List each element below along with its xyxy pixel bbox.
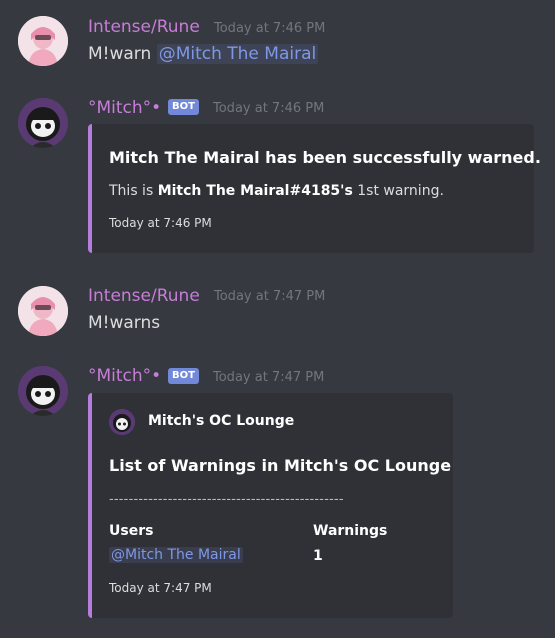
message-text: M!warns <box>88 313 161 333</box>
warn-embed: Mitch The Mairal has been successfully w… <box>88 124 541 253</box>
timestamp: Today at 7:47 PM <box>213 370 325 385</box>
timestamp: Today at 7:46 PM <box>214 21 326 36</box>
server-icon <box>109 409 135 435</box>
embed-desc-prefix: This is <box>109 183 154 199</box>
timestamp: Today at 7:46 PM <box>213 101 325 116</box>
message-text: M!warn <box>88 44 152 64</box>
bot-avatar[interactable] <box>18 366 68 416</box>
user-mention[interactable]: @Mitch The Mairal <box>156 44 319 64</box>
bot-avatar[interactable] <box>18 98 68 148</box>
embed-footer: Today at 7:47 PM <box>109 581 212 595</box>
embed-description: This is Mitch The Mairal#4185's 1st warn… <box>109 183 444 199</box>
message-content: M!warns <box>88 313 160 333</box>
field-warnings-name: Warnings <box>313 523 388 539</box>
message-content: M!warn @Mitch The Mairal <box>88 44 319 64</box>
field-users-name: Users <box>109 523 154 539</box>
embed-title: Mitch The Mairal has been successfully w… <box>109 148 541 167</box>
embed-separator: ----------------------------------------… <box>109 492 344 507</box>
bot-username[interactable]: °Mitch°• <box>88 366 161 386</box>
user-avatar[interactable] <box>18 286 68 336</box>
warnings-list-embed: Mitch's OC Lounge List of Warnings in Mi… <box>88 393 453 618</box>
user-avatar[interactable] <box>18 16 68 66</box>
embed-footer: Today at 7:46 PM <box>109 216 212 230</box>
bot-tag: BOT <box>168 99 199 115</box>
embed-desc-bold: Mitch The Mairal#4185's <box>157 183 353 199</box>
embed-title: List of Warnings in Mitch's OC Lounge <box>109 456 452 475</box>
timestamp: Today at 7:47 PM <box>214 289 326 304</box>
embed-desc-suffix: 1st warning. <box>357 183 444 199</box>
embed-author-name: Mitch's OC Lounge <box>148 413 295 429</box>
bot-username[interactable]: °Mitch°• <box>88 98 161 118</box>
bot-tag: BOT <box>168 368 199 384</box>
username[interactable]: Intense/Rune <box>88 17 200 37</box>
field-warnings-value: 1 <box>313 548 323 564</box>
field-users-value: @Mitch The Mairal <box>109 547 243 563</box>
user-mention[interactable]: @Mitch The Mairal <box>109 547 243 563</box>
username[interactable]: Intense/Rune <box>88 286 200 306</box>
